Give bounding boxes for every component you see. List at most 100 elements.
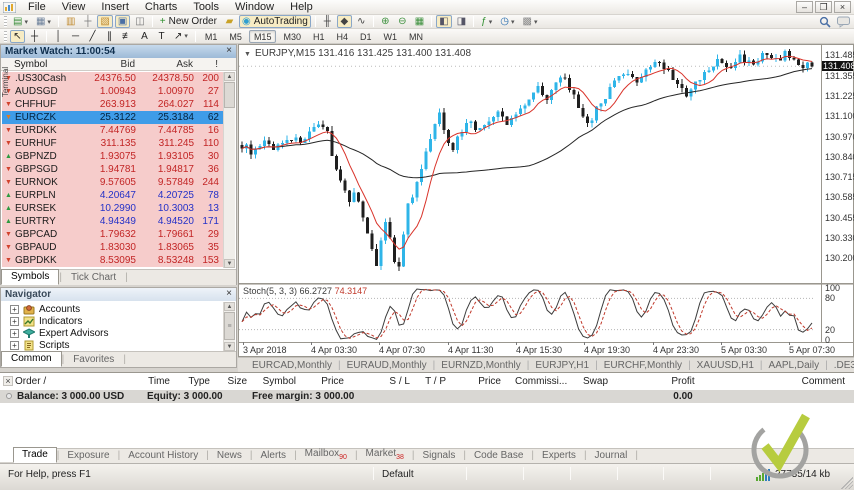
menu-charts[interactable]: Charts [137,1,185,13]
terminal-tab-journal[interactable]: Journal [587,449,636,463]
terminal-tab-news[interactable]: News [209,449,250,463]
terminal-tab-experts[interactable]: Experts [534,449,584,463]
timeframe-d1[interactable]: D1 [355,30,377,43]
menu-window[interactable]: Window [227,1,282,13]
restore-button[interactable]: ❐ [815,1,832,13]
bid-column-header[interactable]: Bid [77,59,135,70]
terminal-column-order[interactable]: Order / [15,376,46,387]
terminal-table-header[interactable]: Order / Time Type Size Symbol Price S / L T / P… [0,376,854,390]
templates-button[interactable]: ▩ ▾ [519,15,540,28]
arrange-asc-button[interactable]: ◧ [436,15,452,28]
strategy-tester-toggle[interactable]: ◫ [132,15,147,28]
chart-tab-euraudmonthly[interactable]: EURAUD,Monthly [341,360,433,371]
arrange-desc-button[interactable]: ◨ [454,15,469,28]
timeframe-m15[interactable]: M15 [248,29,277,43]
minimize-button[interactable]: – [796,1,813,13]
chart-tab-eurcadmonthly[interactable]: EURCAD,Monthly [246,360,338,371]
cursor-tool[interactable]: ↖ [10,29,25,43]
chart-tab-eurchfmonthly[interactable]: EURCHF,Monthly [598,360,688,371]
timeframe-m5[interactable]: M5 [224,30,247,43]
terminal-column-type[interactable]: Type [188,376,210,387]
market-watch-row[interactable]: ▼ .US30Cash 24376.50 24378.50 200 [2,72,224,85]
expand-icon[interactable]: + [10,304,19,314]
chart-tab-aapldaily[interactable]: AAPL,Daily [763,360,826,371]
terminal-column-commissi[interactable]: Commissi... [515,376,567,387]
label-tool[interactable]: T [154,30,169,43]
timeframe-w1[interactable]: W1 [379,30,403,43]
terminal-tab-alerts[interactable]: Alerts [253,449,295,463]
tab-favorites[interactable]: Favorites [64,353,123,367]
scroll-up-icon[interactable]: ▲ [224,302,235,311]
terminal-column-comment[interactable]: Comment [802,376,845,387]
terminal-column-s-l[interactable]: S / L [389,376,410,387]
close-button[interactable]: × [834,1,851,13]
terminal-column-price[interactable]: Price [321,376,344,387]
text-tool[interactable]: A [137,30,152,43]
data-window-toggle[interactable]: ┼ [80,15,95,28]
terminal-tab-market[interactable]: Market38 [358,447,412,463]
navigator-toggle[interactable]: ▧ [97,15,113,28]
scroll-down-icon[interactable]: ▼ [224,342,235,351]
tab-tick-chart[interactable]: Tick Chart [62,271,125,285]
navigator-item-accounts[interactable]: + Accounts [1,303,236,315]
market-watch-row[interactable]: ▲ EURSEK 10.2990 10.3003 13 [2,202,224,215]
chat-icon[interactable] [837,16,850,31]
navigator-scrollbar[interactable]: ▲ ≡ ▼ [223,302,235,351]
chart-tab-de30cashm1[interactable]: .DE30Cash,M1 [828,360,854,371]
indicators-button[interactable]: ƒ ▾ [478,15,495,28]
terminal-tab-trade[interactable]: Trade [13,447,57,463]
navigator-item-expert-advisors[interactable]: + Expert Advisors [1,327,236,339]
status-profile[interactable]: Default [382,469,414,480]
periods-button[interactable]: ◷ ▾ [497,15,517,28]
expand-icon[interactable]: + [10,316,19,326]
ask-column-header[interactable]: Ask [135,59,193,70]
candle-chart-button[interactable]: ◆ [336,15,352,28]
market-depth-button[interactable]: ▰ [222,15,237,28]
new-chart-button[interactable]: ▤ ▾ [10,15,31,28]
terminal-column-time[interactable]: Time [148,376,170,387]
zoom-out-button[interactable]: ⊖ [395,15,410,28]
terminal-column-price[interactable]: Price [478,376,501,387]
terminal-column-size[interactable]: Size [228,376,247,387]
spread-column-header[interactable]: ! [193,59,220,70]
market-watch-row[interactable]: ▼ AUDSGD 1.00943 1.00970 27 [2,85,224,98]
close-icon[interactable]: × [226,46,232,58]
market-watch-row[interactable]: ▼ EURDKK 7.44769 7.44785 16 [2,124,224,137]
price-chart[interactable] [239,47,819,283]
menu-view[interactable]: View [54,1,94,13]
market-watch-row[interactable]: ▼ GBPAUD 1.83030 1.83065 35 [2,241,224,254]
search-icon[interactable] [819,16,831,31]
menu-file[interactable]: File [20,1,54,13]
timeframe-h4[interactable]: H4 [331,30,353,43]
timeframe-m30[interactable]: M30 [278,30,306,43]
chart-collapse-icon[interactable]: ▼ [244,51,251,58]
expand-icon[interactable]: + [10,328,19,338]
menu-insert[interactable]: Insert [93,1,137,13]
symbol-column-header[interactable]: Symbol [14,59,77,70]
chart-tab-eurjpyh1[interactable]: EURJPY,H1 [529,360,595,371]
line-chart-button[interactable]: ∿ [354,15,369,28]
timeframe-m1[interactable]: M1 [200,30,223,43]
navigator-item-indicators[interactable]: + Indicators [1,315,236,327]
menu-help[interactable]: Help [282,1,321,13]
zoom-in-button[interactable]: ⊕ [378,15,393,28]
market-watch-row[interactable]: ▼ GBPDKK 8.53095 8.53248 153 [2,254,224,267]
terminal-tab-signals[interactable]: Signals [415,449,464,463]
autotrading-button[interactable]: ◉ AutoTrading [238,15,311,28]
resize-grip[interactable] [841,477,853,489]
channel-tool[interactable]: ∥ [102,30,117,43]
terminal-tab-account-history[interactable]: Account History [120,449,206,463]
profiles-button[interactable]: ▦ ▾ [33,15,54,28]
fibonacci-tool[interactable]: ≢ [119,30,135,43]
market-watch-row[interactable]: ▼ EURNOK 9.57605 9.57849 244 [2,176,224,189]
market-watch-row[interactable]: ▼ EURHUF 311.135 311.245 110 [2,137,224,150]
market-watch-header[interactable]: Symbol Bid Ask! [1,58,236,71]
market-watch-scrollbar[interactable]: ▲ ▼ [223,72,235,268]
chart-tab-xauusdh1[interactable]: XAUUSD,H1 [691,360,760,371]
timeframe-h1[interactable]: H1 [308,30,330,43]
expand-icon[interactable]: + [10,340,19,350]
market-watch-row[interactable]: ▼ GBPSGD 1.94781 1.94817 36 [2,163,224,176]
scroll-thumb[interactable]: ≡ [224,312,235,340]
balance-row[interactable]: Balance: 3 000.00 USD Equity: 3 000.00 F… [0,390,854,403]
tile-windows-button[interactable]: ▦ [412,15,427,28]
